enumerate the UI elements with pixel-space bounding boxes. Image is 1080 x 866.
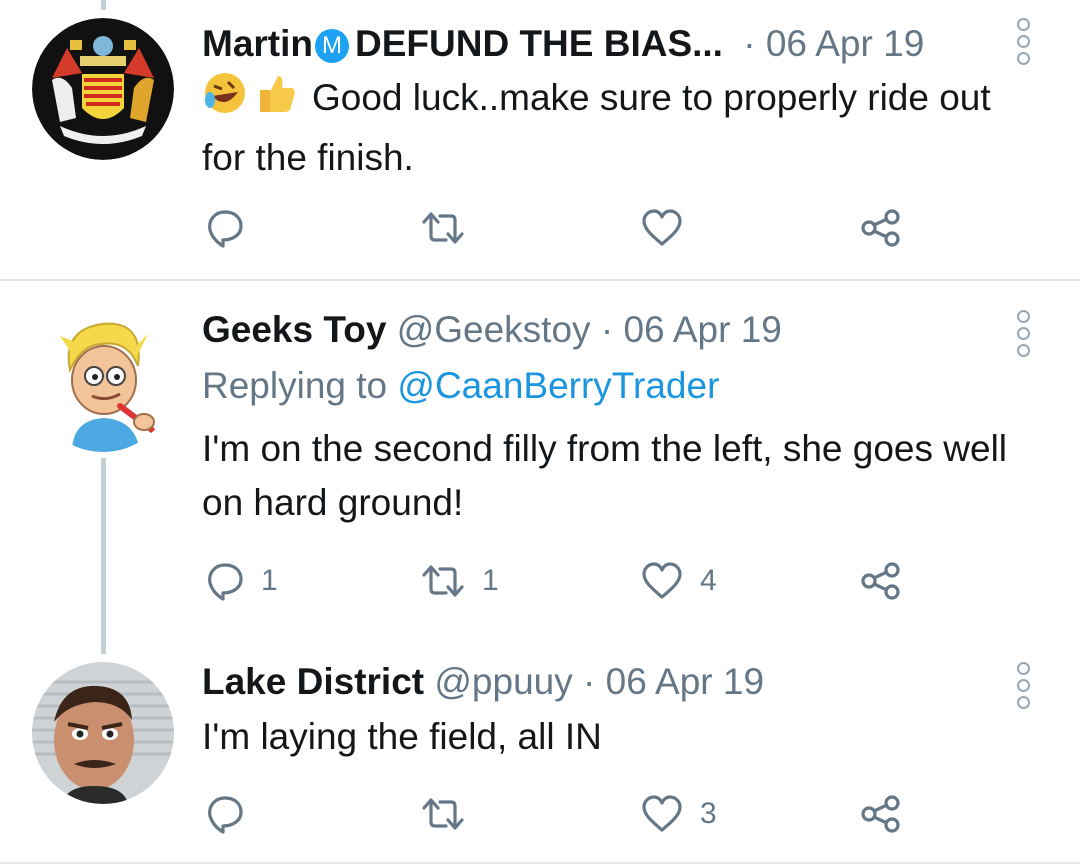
retweet-button[interactable]: 1 (420, 561, 499, 601)
tweet-text: I'm on the second filly from the left, s… (202, 428, 1008, 523)
retweet-count: 1 (482, 564, 499, 597)
tweet-date[interactable]: 06 Apr 19 (623, 309, 781, 350)
reply-button[interactable]: 1 (205, 561, 278, 601)
retweet-button[interactable] (420, 794, 482, 834)
photo-avatar-image (32, 662, 174, 804)
avatar[interactable] (32, 662, 174, 804)
tweet-date[interactable]: 06 Apr 19 (606, 661, 764, 702)
separator-dot: · (600, 309, 614, 350)
share-icon (861, 562, 900, 600)
more-options-icon[interactable] (1014, 310, 1038, 361)
like-button[interactable]: 3 (640, 794, 717, 834)
share-button[interactable] (860, 208, 902, 248)
replying-to-label: Replying to (202, 365, 388, 406)
name-badge-m: M (315, 29, 349, 63)
user-handle[interactable]: @ppuuy (434, 661, 572, 702)
reply-button[interactable] (205, 208, 261, 248)
tweet-divider (0, 862, 1080, 864)
retweet-icon (422, 565, 464, 597)
like-button[interactable]: 4 (640, 561, 717, 601)
like-count: 3 (700, 797, 717, 830)
thumbs-up-emoji (254, 70, 298, 131)
separator-dot: · (583, 661, 596, 702)
thread-line-top (101, 0, 106, 10)
user-handle[interactable]: @Geekstoy (397, 309, 591, 350)
reply-count: 1 (261, 564, 278, 597)
share-icon (861, 209, 900, 247)
retweet-button[interactable] (420, 208, 482, 248)
tweet-date[interactable]: 06 Apr 19 (766, 23, 924, 64)
heart-icon (642, 209, 682, 246)
tweet-body: Good luck..make sure to properly ride ou… (202, 77, 991, 178)
thread-line (101, 458, 106, 654)
retweet-icon (422, 798, 464, 830)
tweet-text: I'm laying the field, all IN (202, 716, 602, 757)
display-name[interactable]: Geeks Toy (202, 309, 386, 350)
tweet-divider (0, 279, 1080, 281)
like-count: 4 (700, 564, 717, 597)
tweet-header: Lake District @ppuuy · 06 Apr 19 (202, 660, 764, 704)
reply-button[interactable] (205, 794, 261, 834)
display-name[interactable]: Lake District (202, 661, 424, 702)
replying-to-mention[interactable]: @CaanBerryTrader (397, 365, 719, 406)
rolling-on-floor-laughing-emoji (202, 70, 248, 131)
cartoon-avatar-image (60, 322, 155, 452)
share-icon (861, 795, 900, 833)
more-options-icon[interactable] (1014, 18, 1038, 69)
more-options-icon[interactable] (1014, 662, 1038, 713)
retweet-icon (422, 212, 464, 244)
avatar[interactable] (32, 310, 174, 452)
heart-icon (642, 795, 682, 832)
like-button[interactable] (640, 208, 700, 248)
avatar[interactable] (32, 18, 174, 160)
share-button[interactable] (860, 794, 902, 834)
reply-icon (208, 796, 243, 834)
reply-icon (208, 563, 243, 601)
tweet-header: Geeks Toy @Geekstoy · 06 Apr 19 (202, 308, 782, 352)
display-name[interactable]: Martin (202, 23, 313, 64)
tweet-header: Martin M DEFUND THE BIAS... · 06 Apr 19 (202, 22, 924, 66)
display-name-suffix[interactable]: DEFUND THE BIAS... (355, 23, 723, 64)
reply-icon (208, 210, 243, 248)
coat-of-arms-avatar-image (32, 18, 174, 160)
share-button[interactable] (860, 561, 902, 601)
replying-to-line: Replying to @CaanBerryTrader (202, 364, 719, 408)
tweet-text: Good luck..make sure to properly ride ou… (202, 70, 1042, 185)
separator-dot: · (743, 23, 756, 64)
heart-icon (642, 562, 682, 599)
